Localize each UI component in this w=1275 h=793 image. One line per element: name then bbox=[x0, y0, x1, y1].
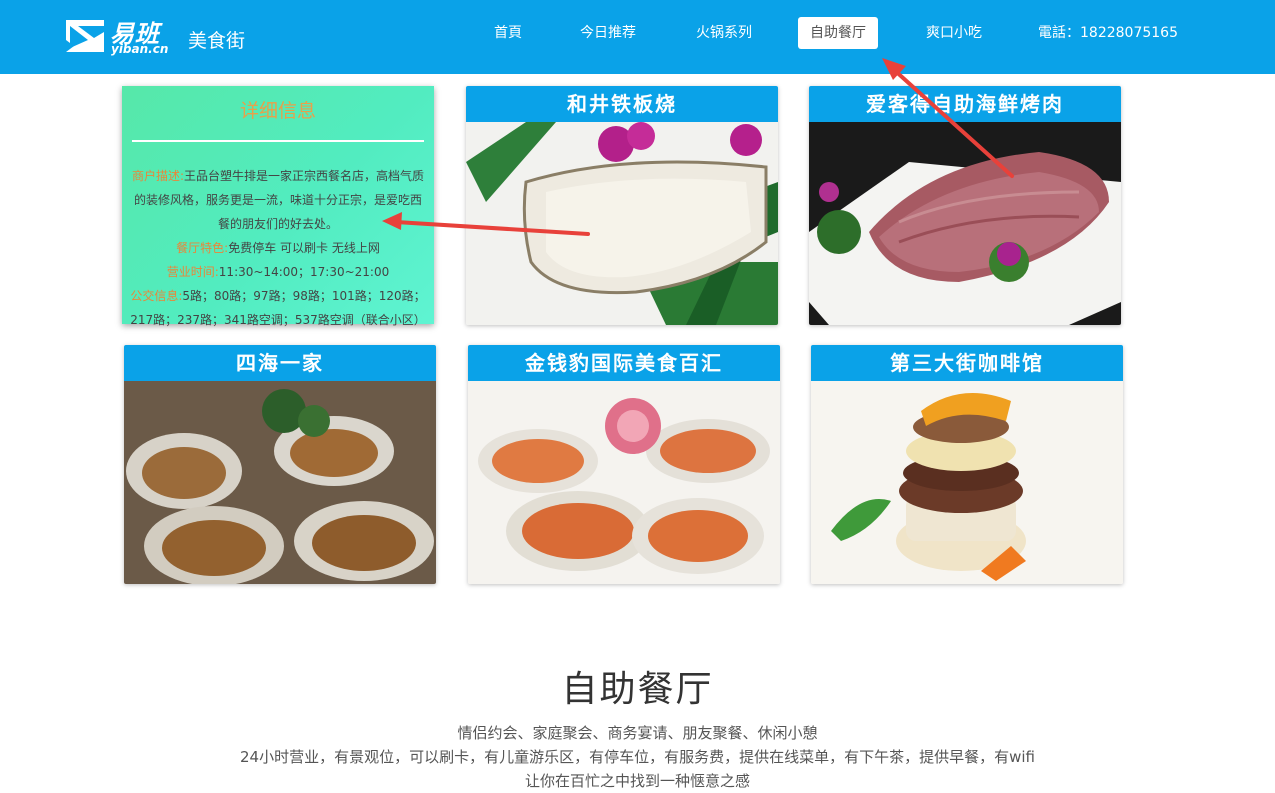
section-tagline: 情侣约会、家庭聚会、商务宴请、朋友聚餐、休闲小憩 bbox=[457, 724, 818, 742]
desc-label: 商户描述: bbox=[131, 169, 185, 183]
nav-snacks[interactable]: 爽口小吃 bbox=[918, 17, 990, 49]
food-image-fish bbox=[466, 122, 778, 325]
card-title: 第三大街咖啡馆 bbox=[811, 345, 1123, 381]
feature-label: 餐厅特色: bbox=[176, 241, 229, 255]
yiban-logo[interactable]: 易班 yiban.cn bbox=[64, 14, 172, 60]
food-image-oysters bbox=[124, 381, 436, 584]
yiban-logo-icon bbox=[66, 20, 104, 52]
section-amenities: 24小时营业，有景观位，可以刷卡，有儿童游乐区，有停车位，有服务费，提供在线菜单… bbox=[240, 748, 1035, 766]
phone-number: 電話：18228075165 bbox=[1038, 25, 1178, 41]
food-image-burger bbox=[811, 381, 1123, 584]
card-title: 金钱豹国际美食百汇 bbox=[468, 345, 780, 381]
nav-hotpot[interactable]: 火锅系列 bbox=[688, 17, 760, 49]
section-slogan: 让你在百忙之中找到一种惬意之感 bbox=[524, 772, 750, 790]
food-image-meat bbox=[809, 122, 1121, 325]
bus-label: 公交信息: bbox=[130, 289, 183, 303]
section-title: 自助餐厅 bbox=[561, 669, 714, 710]
site-name: 美食街 bbox=[188, 30, 246, 52]
nav-buffet[interactable]: 自助餐厅 bbox=[798, 17, 878, 49]
top-nav-bar: 易班 yiban.cn 美食街 首頁 今日推荐 火锅系列 自助餐厅 爽口小吃 電… bbox=[0, 0, 1275, 74]
card-title: 和井铁板烧 bbox=[466, 86, 778, 122]
nav-home[interactable]: 首頁 bbox=[480, 17, 536, 49]
restaurant-card[interactable]: 金钱豹国际美食百汇 bbox=[468, 345, 780, 584]
restaurant-detail-card[interactable]: 详细信息 商户描述:王品台塑牛排是一家正宗西餐名店，高档气质的装修风格，服务更是… bbox=[122, 86, 434, 327]
feature-text: 免费停车 可以刷卡 无线上网 bbox=[228, 241, 380, 255]
detail-body: 商户描述:王品台塑牛排是一家正宗西餐名店，高档气质的装修风格，服务更是一流，味道… bbox=[130, 164, 426, 332]
nav-today-recommend[interactable]: 今日推荐 bbox=[572, 17, 644, 49]
logo-subtext: yiban.cn bbox=[111, 42, 169, 56]
detail-title: 详细信息 bbox=[239, 100, 316, 122]
restaurant-card[interactable]: 爱客得自助海鲜烤肉 bbox=[809, 86, 1121, 325]
restaurant-card[interactable]: 第三大街咖啡馆 bbox=[811, 345, 1123, 584]
restaurant-card[interactable]: 四海一家 bbox=[124, 345, 436, 584]
card-title: 四海一家 bbox=[124, 345, 436, 381]
restaurant-card[interactable]: 和井铁板烧 bbox=[466, 86, 778, 325]
hours-label: 营业时间: bbox=[166, 265, 219, 279]
detail-divider bbox=[132, 140, 424, 142]
hours-text: 11:30~14:00；17:30~21:00 bbox=[218, 265, 390, 279]
food-image-oysters-sauce bbox=[468, 381, 780, 584]
card-title: 爱客得自助海鲜烤肉 bbox=[809, 86, 1121, 122]
